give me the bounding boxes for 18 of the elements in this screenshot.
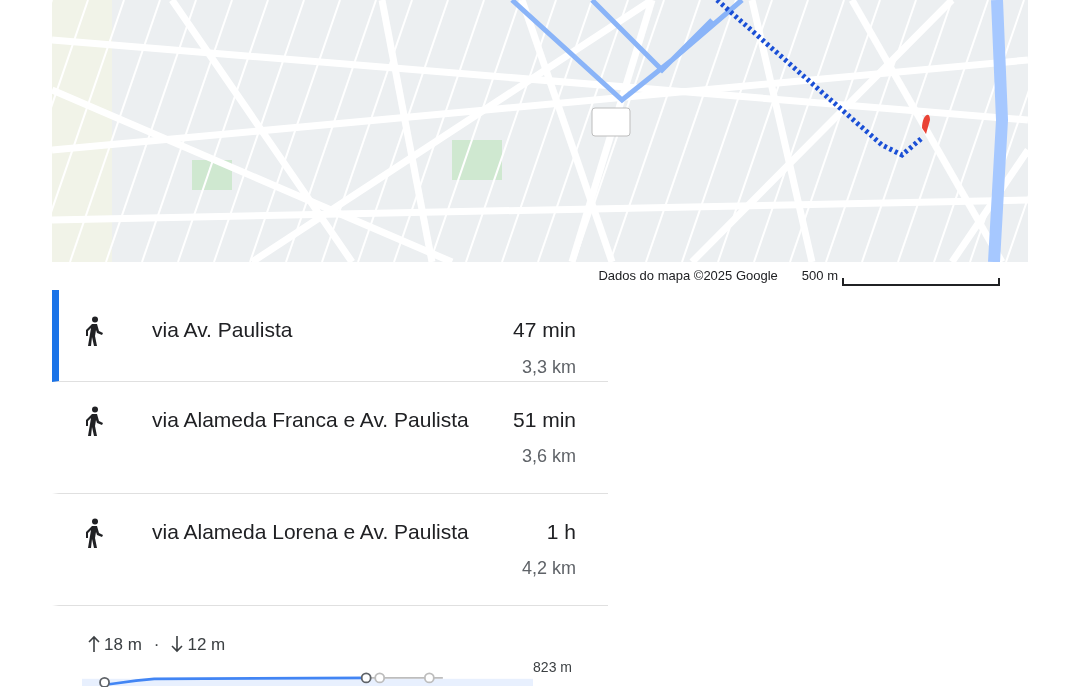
- map-attribution: Dados do mapa ©2025 Google: [598, 267, 778, 286]
- route-distance: 4,2 km: [521, 557, 576, 580]
- route-summary: via Av. Paulista: [152, 317, 294, 343]
- elevation-max-label: 823 m: [533, 659, 572, 676]
- route-duration: 51 min: [512, 406, 576, 433]
- ascent-value: 18 m: [104, 633, 142, 656]
- descent-value: 12 m: [187, 633, 226, 656]
- route-summary: via Alameda Lorena e Av. Paulista: [152, 518, 470, 545]
- route-option[interactable]: via Alameda Lorena e Av. Paulista 1 h 4,2 km: [52, 493, 608, 606]
- route-distance: 3,3 km: [520, 355, 576, 379]
- route-distance: 3,6 km: [520, 445, 576, 468]
- route-option[interactable]: via Alameda Franca e Av. Paulista 51 min 3,6 km: [52, 381, 608, 494]
- scale-label: 500 m: [801, 267, 838, 286]
- route-duration: 47 min: [512, 317, 576, 343]
- separator-dot: ·: [153, 633, 160, 656]
- route-summary: via Alameda Franca e Av. Paulista: [152, 406, 470, 433]
- route-duration: 1 h: [545, 518, 576, 545]
- route-option[interactable]: via Av. Paulista 47 min 3,3 km: [52, 290, 608, 382]
